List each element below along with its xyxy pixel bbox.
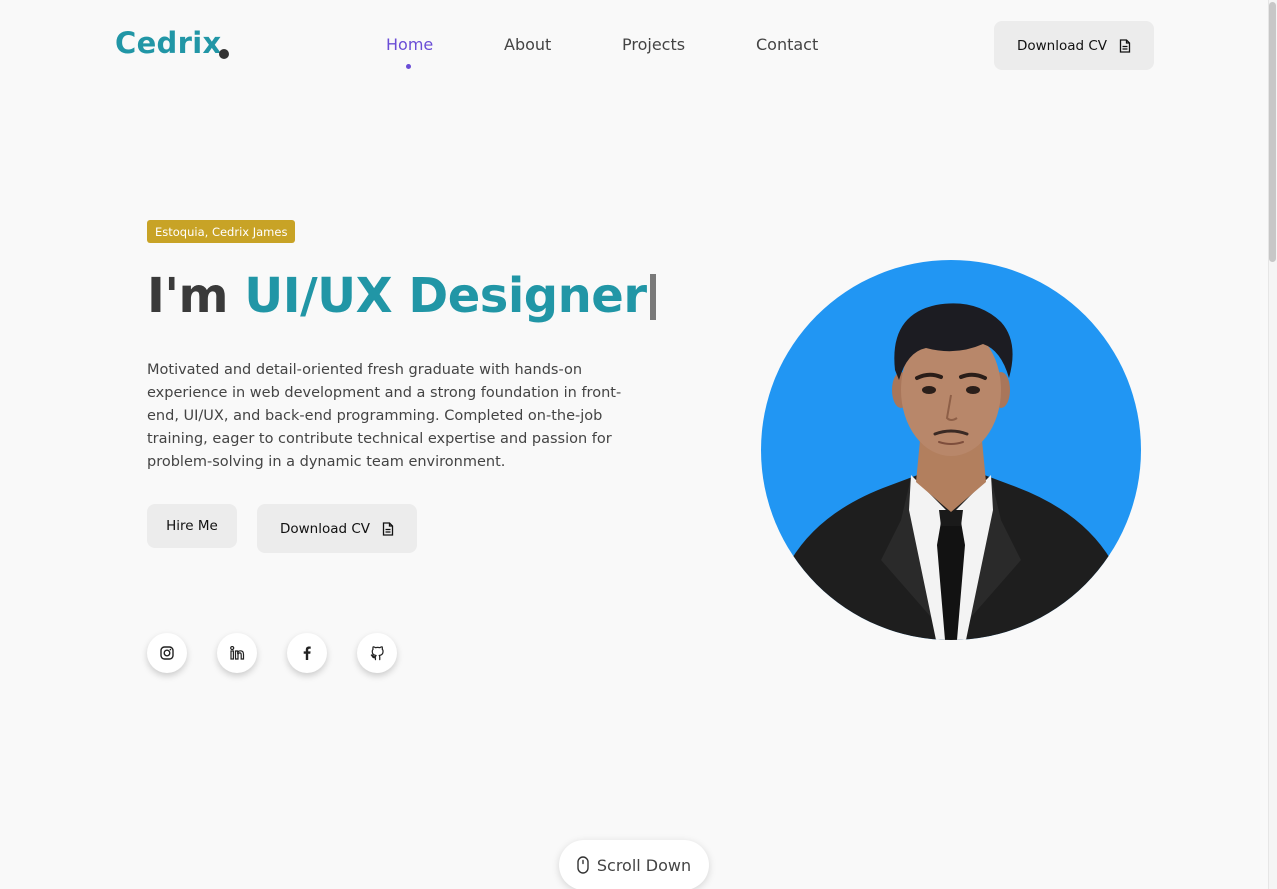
profile-photo	[761, 260, 1141, 640]
document-icon	[1119, 38, 1131, 53]
linkedin-icon	[229, 646, 245, 660]
scrollbar-thumb[interactable]	[1269, 2, 1276, 262]
scroll-down-button[interactable]: Scroll Down	[559, 840, 709, 889]
name-tag: Estoquia, Cedrix James	[147, 220, 296, 243]
hire-me-label: Hire Me	[166, 518, 218, 534]
nav-active-indicator	[406, 64, 411, 69]
hero-description: Motivated and detail-oriented fresh grad…	[147, 362, 622, 470]
linkedin-link[interactable]	[217, 633, 257, 673]
instagram-icon	[160, 646, 174, 660]
nav-contact[interactable]: Contact	[756, 35, 818, 54]
hero-download-cv-label: Download CV	[279, 520, 371, 537]
facebook-link[interactable]	[287, 633, 327, 673]
github-link[interactable]	[357, 633, 397, 673]
nav-about[interactable]: About	[504, 35, 551, 54]
nav-home[interactable]: Home	[386, 35, 433, 54]
facebook-icon	[303, 646, 311, 660]
header-download-cv-button[interactable]: Download CV	[994, 21, 1154, 70]
document-icon	[382, 521, 394, 536]
scroll-down-label: Scroll Down	[596, 855, 692, 875]
hero-title-prefix: I'm	[147, 268, 245, 324]
hero-title: I'm UI/UX Designer	[147, 268, 656, 324]
hire-me-button[interactable]: Hire Me	[147, 504, 237, 548]
github-icon	[370, 645, 385, 661]
scrollbar[interactable]	[1268, 0, 1277, 889]
header-download-cv-label: Download CV	[1016, 37, 1108, 54]
typing-caret	[649, 274, 656, 320]
site-header: Cedrix Home About Projects Contact Downl…	[0, 0, 1268, 90]
logo[interactable]: Cedrix	[115, 26, 221, 60]
portrait-illustration	[761, 303, 1141, 640]
logo-dot	[219, 49, 229, 59]
nav-projects[interactable]: Projects	[622, 35, 685, 54]
hero-download-cv-button[interactable]: Download CV	[257, 504, 417, 553]
hero-title-role: UI/UX Designer	[244, 268, 647, 324]
mouse-icon	[577, 856, 589, 874]
instagram-link[interactable]	[147, 633, 187, 673]
